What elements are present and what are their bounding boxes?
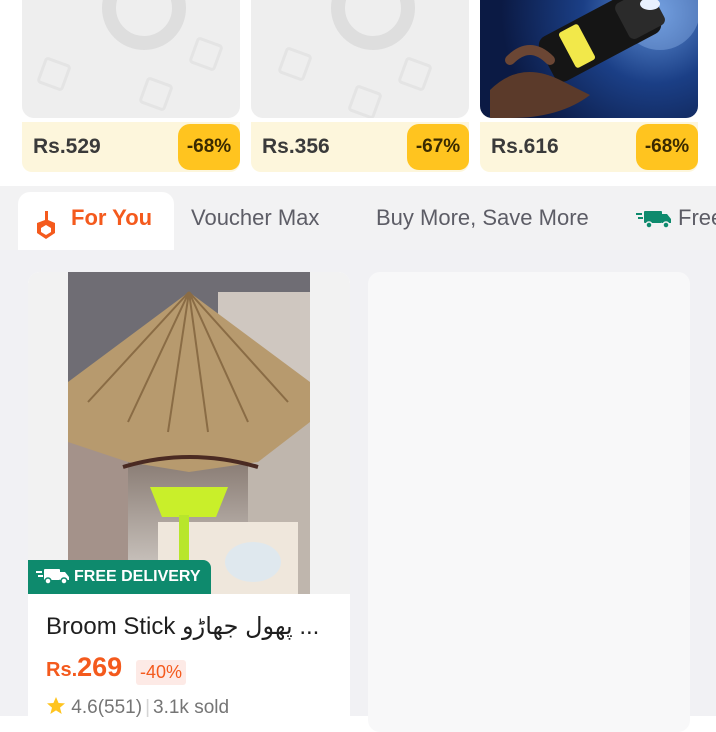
free-delivery-truck-icon bbox=[636, 208, 672, 230]
free-delivery-label: FREE DELIVERY bbox=[74, 568, 201, 585]
tab-for-you[interactable]: For You bbox=[18, 192, 174, 250]
tab-buy-more-save-more[interactable]: Buy More, Save More bbox=[376, 192, 589, 250]
tab-for-you-label: For You bbox=[71, 205, 153, 230]
product-card-loading bbox=[368, 272, 690, 732]
feed-tab-bar: For You Voucher Max Buy More, Save More … bbox=[0, 186, 716, 250]
sold-count: 3.1k sold bbox=[153, 697, 230, 718]
price-amount: 269 bbox=[77, 652, 123, 682]
product-title: Broom Stick پھول جھاڑو ... bbox=[46, 613, 320, 640]
review-count: (551) bbox=[97, 697, 143, 718]
broom-product-image bbox=[68, 272, 310, 594]
free-delivery-badge: FREE DELIVERY bbox=[28, 560, 211, 594]
discount-badge: -40% bbox=[136, 660, 187, 685]
tab-free[interactable]: Free bbox=[678, 192, 716, 250]
deal-discount-badge: -68% bbox=[178, 124, 240, 170]
deal-price: Rs.356 bbox=[262, 135, 330, 158]
flame-icon bbox=[34, 206, 58, 239]
product-feed: FREE DELIVERY Broom Stick پھول جھاڑو ...… bbox=[0, 250, 716, 732]
deal-card-1[interactable]: Rs.529 -68% bbox=[22, 0, 240, 172]
deal-price: Rs.529 bbox=[33, 135, 101, 158]
deal-card-2[interactable]: Rs.356 -67% bbox=[251, 0, 469, 172]
deal-discount-badge: -67% bbox=[407, 124, 469, 170]
price-currency: Rs. bbox=[46, 659, 78, 681]
truck-icon bbox=[36, 569, 69, 585]
star-icon bbox=[46, 697, 71, 718]
product-card[interactable]: FREE DELIVERY Broom Stick پھول جھاڑو ...… bbox=[28, 272, 350, 732]
flash-deals-strip: Rs.529 -68% Rs.356 -67% Rs.616 -68% bbox=[0, 0, 716, 186]
product-image-frame: FREE DELIVERY bbox=[28, 272, 350, 594]
tab-voucher-max[interactable]: Voucher Max bbox=[191, 192, 319, 250]
deal-image-placeholder bbox=[22, 0, 240, 118]
deal-discount-badge: -68% bbox=[636, 124, 698, 170]
deal-image-placeholder bbox=[251, 0, 469, 118]
deal-card-3[interactable]: Rs.616 -68% bbox=[480, 0, 698, 172]
deal-price: Rs.616 bbox=[491, 135, 559, 158]
rating-value: 4.6 bbox=[71, 697, 98, 718]
flashlight-product-image bbox=[480, 0, 698, 118]
product-price: Rs.269 bbox=[46, 652, 122, 683]
